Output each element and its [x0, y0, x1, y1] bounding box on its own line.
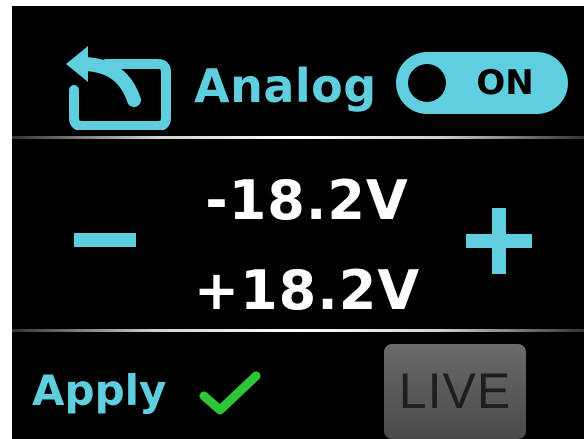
live-button[interactable]: LIVE [384, 344, 526, 439]
mode-label: Analog [194, 59, 377, 113]
decrease-voltage-button[interactable] [72, 211, 138, 269]
minus-icon [74, 233, 136, 247]
positive-voltage-value: +18.2V [193, 259, 421, 322]
plus-icon [466, 208, 532, 274]
increase-voltage-button[interactable] [464, 206, 534, 276]
power-toggle[interactable]: ON [396, 52, 568, 114]
divider-bottom [12, 329, 584, 332]
back-button[interactable] [62, 38, 172, 130]
device-screen: Analog ON -18.2V +18.2V Apply LIVE [12, 6, 584, 439]
toggle-label: ON [476, 63, 534, 103]
apply-button[interactable]: Apply [32, 356, 272, 426]
checkmark-icon [198, 368, 262, 418]
divider-top [12, 136, 584, 139]
toggle-knob [408, 64, 446, 102]
live-label: LIVE [398, 363, 512, 419]
negative-voltage-value: -18.2V [205, 169, 409, 232]
back-return-icon [66, 46, 171, 130]
apply-label: Apply [32, 366, 167, 415]
